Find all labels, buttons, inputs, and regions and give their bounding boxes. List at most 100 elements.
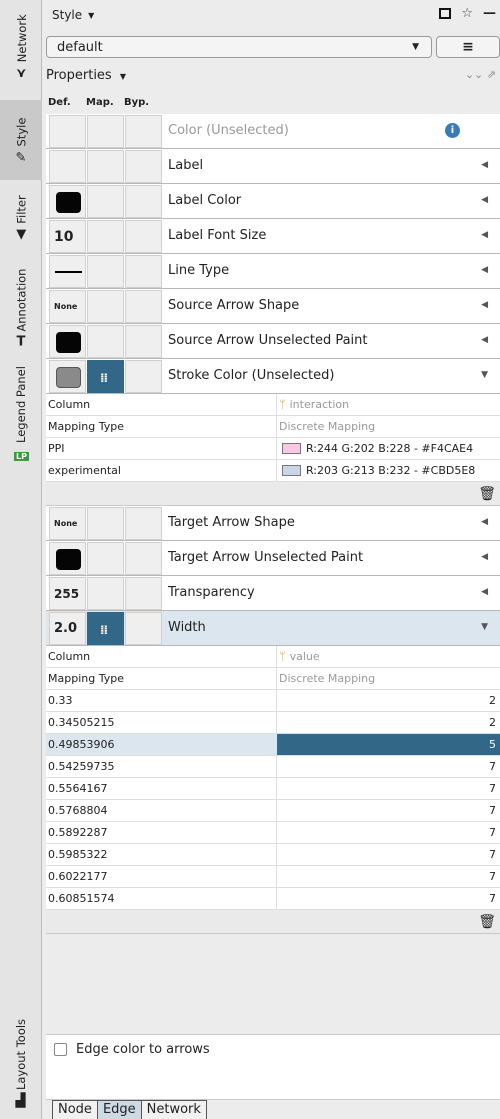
mapping-entry-row[interactable]: 0.5985322 7 <box>46 844 500 866</box>
prop-row-line-type[interactable]: Line Type ◀ <box>46 254 500 289</box>
mapping-entry-row[interactable]: experimental R:203 G:213 B:232 - #CBD5E8 <box>46 460 500 482</box>
mapping-cell[interactable] <box>87 185 124 218</box>
tab-network-style[interactable]: Network <box>140 1100 207 1119</box>
expand-arrow-icon[interactable]: ◀ <box>481 265 488 275</box>
bypass-cell[interactable] <box>125 542 162 575</box>
collapse-arrow-icon[interactable]: ▼ <box>481 622 488 632</box>
mapping-entry-row[interactable]: 0.54259735 7 <box>46 756 500 778</box>
mapping-cell[interactable] <box>87 115 124 148</box>
mapping-column-value[interactable]: ᛘ interaction <box>279 398 349 411</box>
expand-arrow-icon[interactable]: ◀ <box>481 160 488 170</box>
selected-value-cell[interactable]: 5 <box>277 734 500 755</box>
default-cell[interactable] <box>49 115 86 148</box>
bypass-cell[interactable] <box>125 220 162 253</box>
mapping-entry-row[interactable]: 0.5892287 7 <box>46 822 500 844</box>
properties-dropdown[interactable]: Properties ▼ <box>46 68 126 83</box>
mapping-type-value[interactable]: Discrete Mapping <box>279 672 375 685</box>
mapping-column-row[interactable]: Column ᛘ interaction <box>46 394 500 416</box>
prop-row-transparency[interactable]: 255 Transparency ◀ <box>46 576 500 611</box>
prop-row-width[interactable]: 2.0 ⁞⁞ Width ▼ <box>46 611 500 646</box>
prop-row-color-unselected[interactable]: Color (Unselected) i <box>46 114 500 149</box>
expand-arrow-icon[interactable]: ◀ <box>481 195 488 205</box>
mapping-entry-row[interactable]: 0.5768804 7 <box>46 800 500 822</box>
expand-arrow-icon[interactable]: ◀ <box>481 230 488 240</box>
mapping-cell[interactable]: ⁞⁞ <box>87 612 124 645</box>
mapping-type-row[interactable]: Mapping Type Discrete Mapping <box>46 416 500 438</box>
prop-row-source-arrow-shape[interactable]: None Source Arrow Shape ◀ <box>46 289 500 324</box>
tab-filter[interactable]: ▼ Filter <box>0 182 42 252</box>
prop-row-source-arrow-paint[interactable]: Source Arrow Unselected Paint ◀ <box>46 324 500 359</box>
bypass-cell[interactable] <box>125 577 162 610</box>
mapping-value[interactable]: 7 <box>489 804 496 817</box>
mapping-value[interactable]: 7 <box>489 892 496 905</box>
mapping-cell[interactable] <box>87 255 124 288</box>
mapping-entry-row[interactable]: 0.34505215 2 <box>46 712 500 734</box>
style-menu-button[interactable]: ≡ <box>436 36 500 58</box>
prop-row-target-arrow-paint[interactable]: Target Arrow Unselected Paint ◀ <box>46 541 500 576</box>
tab-style[interactable]: ✎ Style <box>0 100 42 180</box>
collapse-all-icon[interactable]: ⌄⌄ ⇗ <box>465 68 496 81</box>
bypass-cell[interactable] <box>125 325 162 358</box>
mapping-cell[interactable] <box>87 290 124 323</box>
expand-arrow-icon[interactable]: ◀ <box>481 335 488 345</box>
bypass-cell[interactable] <box>125 290 162 323</box>
mapping-entry-row[interactable]: 0.33 2 <box>46 690 500 712</box>
default-cell[interactable]: 255 <box>49 577 86 610</box>
default-cell[interactable]: None <box>49 507 86 540</box>
mapping-cell[interactable] <box>87 577 124 610</box>
style-select[interactable]: default ▼ <box>46 36 432 58</box>
default-cell[interactable]: 10 <box>49 220 86 253</box>
expand-arrow-icon[interactable]: ◀ <box>481 300 488 310</box>
edge-color-to-arrows-checkbox[interactable] <box>54 1043 67 1056</box>
mapping-entry-row-selected[interactable]: 0.49853906 5 <box>46 734 500 756</box>
mapping-type-value[interactable]: Discrete Mapping <box>279 420 375 433</box>
mapping-value[interactable]: R:203 G:213 B:232 - #CBD5E8 <box>306 464 475 477</box>
expand-arrow-icon[interactable]: ◀ <box>481 517 488 527</box>
tab-legend-panel[interactable]: LP Legend Panel <box>0 360 42 470</box>
mapping-value[interactable]: 7 <box>489 870 496 883</box>
expand-arrow-icon[interactable]: ◀ <box>481 587 488 597</box>
mapping-value[interactable]: 7 <box>489 826 496 839</box>
default-cell[interactable]: 2.0 <box>49 612 86 645</box>
title-dropdown-icon[interactable]: ▼ <box>88 11 94 20</box>
expand-arrow-icon[interactable]: ◀ <box>481 552 488 562</box>
default-cell[interactable] <box>49 185 86 218</box>
info-icon[interactable]: i <box>445 123 460 138</box>
mapping-cell[interactable] <box>87 542 124 575</box>
mapping-value[interactable]: 2 <box>489 716 496 729</box>
tab-annotation[interactable]: T Annotation <box>0 255 42 360</box>
prop-row-label-font-size[interactable]: 10 Label Font Size ◀ <box>46 219 500 254</box>
prop-row-label-color[interactable]: Label Color ◀ <box>46 184 500 219</box>
pin-icon[interactable]: ☆ <box>461 6 473 21</box>
mapping-cell[interactable] <box>87 507 124 540</box>
bypass-cell[interactable] <box>125 115 162 148</box>
bypass-cell[interactable] <box>125 255 162 288</box>
default-cell[interactable] <box>49 150 86 183</box>
mapping-cell[interactable] <box>87 150 124 183</box>
prop-row-label[interactable]: Label ◀ <box>46 149 500 184</box>
mapping-cell[interactable]: ⁞⁞ <box>87 360 124 393</box>
bypass-cell[interactable] <box>125 612 162 645</box>
default-cell[interactable] <box>49 360 86 393</box>
trash-icon[interactable]: 🗑 <box>478 486 496 502</box>
bypass-cell[interactable] <box>125 150 162 183</box>
mapping-value[interactable]: 7 <box>489 848 496 861</box>
bypass-cell[interactable] <box>125 185 162 218</box>
default-cell[interactable] <box>49 255 86 288</box>
mapping-value[interactable]: R:244 G:202 B:228 - #F4CAE4 <box>306 442 473 455</box>
prop-row-target-arrow-shape[interactable]: None Target Arrow Shape ◀ <box>46 506 500 541</box>
default-cell[interactable]: None <box>49 290 86 323</box>
mapping-column-row[interactable]: Column ᛘ value <box>46 646 500 668</box>
mapping-entry-row[interactable]: 0.6022177 7 <box>46 866 500 888</box>
mapping-value[interactable]: 7 <box>489 760 496 773</box>
default-cell[interactable] <box>49 542 86 575</box>
edge-color-to-arrows-label[interactable]: Edge color to arrows <box>76 1042 210 1057</box>
tab-node[interactable]: Node <box>52 1100 98 1119</box>
minimize-icon[interactable]: — <box>483 6 496 21</box>
bypass-cell[interactable] <box>125 360 162 393</box>
mapping-entry-row[interactable]: PPI R:244 G:202 B:228 - #F4CAE4 <box>46 438 500 460</box>
mapping-column-value[interactable]: ᛘ value <box>279 650 320 663</box>
mapping-entry-row[interactable]: 0.60851574 7 <box>46 888 500 910</box>
tab-edge[interactable]: Edge <box>96 1100 142 1119</box>
mapping-value[interactable]: 2 <box>489 694 496 707</box>
